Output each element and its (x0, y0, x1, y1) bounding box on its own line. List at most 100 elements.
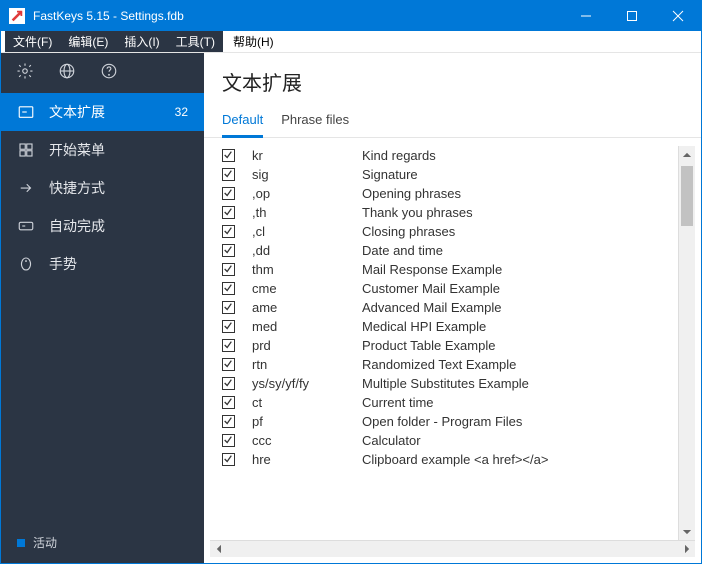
row-key: rtn (246, 355, 356, 374)
table-row[interactable]: hreClipboard example <a href></a> (210, 450, 695, 469)
help-icon[interactable] (99, 61, 119, 81)
titlebar: FastKeys 5.15 - Settings.fdb (1, 1, 701, 31)
row-checkbox[interactable] (222, 168, 235, 181)
status-indicator-icon (17, 539, 25, 547)
sidebar-item-shortcut[interactable]: 快捷方式 (1, 169, 204, 207)
row-desc: Product Table Example (356, 336, 695, 355)
row-checkbox[interactable] (222, 263, 235, 276)
row-desc: Mail Response Example (356, 260, 695, 279)
row-checkbox[interactable] (222, 301, 235, 314)
main-panel: 文本扩展 Default Phrase files krKind regards… (204, 53, 701, 563)
row-checkbox[interactable] (222, 282, 235, 295)
tab-phrase-files[interactable]: Phrase files (281, 108, 349, 137)
row-key: pf (246, 412, 356, 431)
row-desc: Signature (356, 165, 695, 184)
sidebar-item-start-menu[interactable]: 开始菜单 (1, 131, 204, 169)
table-row[interactable]: ,clClosing phrases (210, 222, 695, 241)
row-desc: Advanced Mail Example (356, 298, 695, 317)
scroll-up-icon[interactable] (679, 146, 695, 163)
sidebar-item-gesture[interactable]: 手势 (1, 245, 204, 283)
gesture-icon (17, 255, 35, 273)
page-title: 文本扩展 (204, 53, 701, 102)
row-checkbox[interactable] (222, 149, 235, 162)
sidebar: 文本扩展 32 开始菜单 快捷方式 自动完成 手势 活动 (1, 53, 204, 563)
tab-default[interactable]: Default (222, 108, 263, 138)
table-row[interactable]: krKind regards (210, 146, 695, 165)
sidebar-item-label: 开始菜单 (49, 140, 188, 160)
row-checkbox[interactable] (222, 244, 235, 257)
row-desc: Customer Mail Example (356, 279, 695, 298)
table-row[interactable]: ,thThank you phrases (210, 203, 695, 222)
table-row[interactable]: medMedical HPI Example (210, 317, 695, 336)
row-checkbox[interactable] (222, 339, 235, 352)
table-row[interactable]: sigSignature (210, 165, 695, 184)
row-checkbox[interactable] (222, 453, 235, 466)
table-row[interactable]: ,opOpening phrases (210, 184, 695, 203)
sidebar-item-label: 自动完成 (49, 216, 188, 236)
row-checkbox[interactable] (222, 377, 235, 390)
table-row[interactable]: thmMail Response Example (210, 260, 695, 279)
row-key: ys/sy/yf/fy (246, 374, 356, 393)
text-expand-icon (17, 103, 35, 121)
table-row[interactable]: ameAdvanced Mail Example (210, 298, 695, 317)
sidebar-item-text-expand[interactable]: 文本扩展 32 (1, 93, 204, 131)
row-key: ct (246, 393, 356, 412)
menu-insert[interactable]: 插入(I) (116, 31, 167, 52)
table-row[interactable]: pfOpen folder - Program Files (210, 412, 695, 431)
table-row[interactable]: cmeCustomer Mail Example (210, 279, 695, 298)
row-key: ,cl (246, 222, 356, 241)
sidebar-item-autocomplete[interactable]: 自动完成 (1, 207, 204, 245)
app-icon (9, 8, 25, 24)
table-row[interactable]: ctCurrent time (210, 393, 695, 412)
row-desc: Open folder - Program Files (356, 412, 695, 431)
table-row[interactable]: ,ddDate and time (210, 241, 695, 260)
close-button[interactable] (655, 1, 701, 31)
menu-tools[interactable]: 工具(T) (168, 31, 223, 52)
row-checkbox[interactable] (222, 358, 235, 371)
row-key: kr (246, 146, 356, 165)
sidebar-status: 活动 (1, 522, 204, 563)
menu-edit[interactable]: 编辑(E) (60, 31, 116, 52)
row-checkbox[interactable] (222, 320, 235, 333)
tabs: Default Phrase files (204, 102, 701, 138)
row-checkbox[interactable] (222, 225, 235, 238)
gear-icon[interactable] (15, 61, 35, 81)
horizontal-scrollbar[interactable] (210, 540, 695, 557)
row-desc: Kind regards (356, 146, 695, 165)
row-desc: Opening phrases (356, 184, 695, 203)
row-desc: Randomized Text Example (356, 355, 695, 374)
row-key: ccc (246, 431, 356, 450)
table-row[interactable]: ys/sy/yf/fyMultiple Substitutes Example (210, 374, 695, 393)
row-key: sig (246, 165, 356, 184)
row-checkbox[interactable] (222, 415, 235, 428)
table-row[interactable]: cccCalculator (210, 431, 695, 450)
sidebar-item-label: 文本扩展 (49, 102, 161, 122)
minimize-button[interactable] (563, 1, 609, 31)
window-title: FastKeys 5.15 - Settings.fdb (33, 9, 184, 23)
maximize-button[interactable] (609, 1, 655, 31)
menu-file[interactable]: 文件(F) (5, 31, 60, 52)
sidebar-item-label: 快捷方式 (49, 178, 188, 198)
menu-help[interactable]: 帮助(H) (223, 31, 284, 52)
table-row[interactable]: rtnRandomized Text Example (210, 355, 695, 374)
row-key: ,dd (246, 241, 356, 260)
sidebar-item-label: 手势 (49, 254, 188, 274)
menu-group-dark: 文件(F) 编辑(E) 插入(I) 工具(T) (5, 31, 223, 52)
sidebar-iconbar (1, 53, 204, 89)
row-key: ame (246, 298, 356, 317)
row-desc: Thank you phrases (356, 203, 695, 222)
row-key: med (246, 317, 356, 336)
table-row[interactable]: prdProduct Table Example (210, 336, 695, 355)
row-desc: Multiple Substitutes Example (356, 374, 695, 393)
scroll-left-icon[interactable] (210, 541, 227, 557)
globe-icon[interactable] (57, 61, 77, 81)
row-checkbox[interactable] (222, 434, 235, 447)
menubar: 文件(F) 编辑(E) 插入(I) 工具(T) 帮助(H) (1, 31, 701, 53)
row-checkbox[interactable] (222, 187, 235, 200)
scroll-right-icon[interactable] (678, 541, 695, 557)
row-checkbox[interactable] (222, 396, 235, 409)
vertical-scrollbar[interactable] (678, 146, 695, 540)
scroll-thumb[interactable] (681, 166, 693, 226)
row-checkbox[interactable] (222, 206, 235, 219)
scroll-down-icon[interactable] (679, 523, 695, 540)
